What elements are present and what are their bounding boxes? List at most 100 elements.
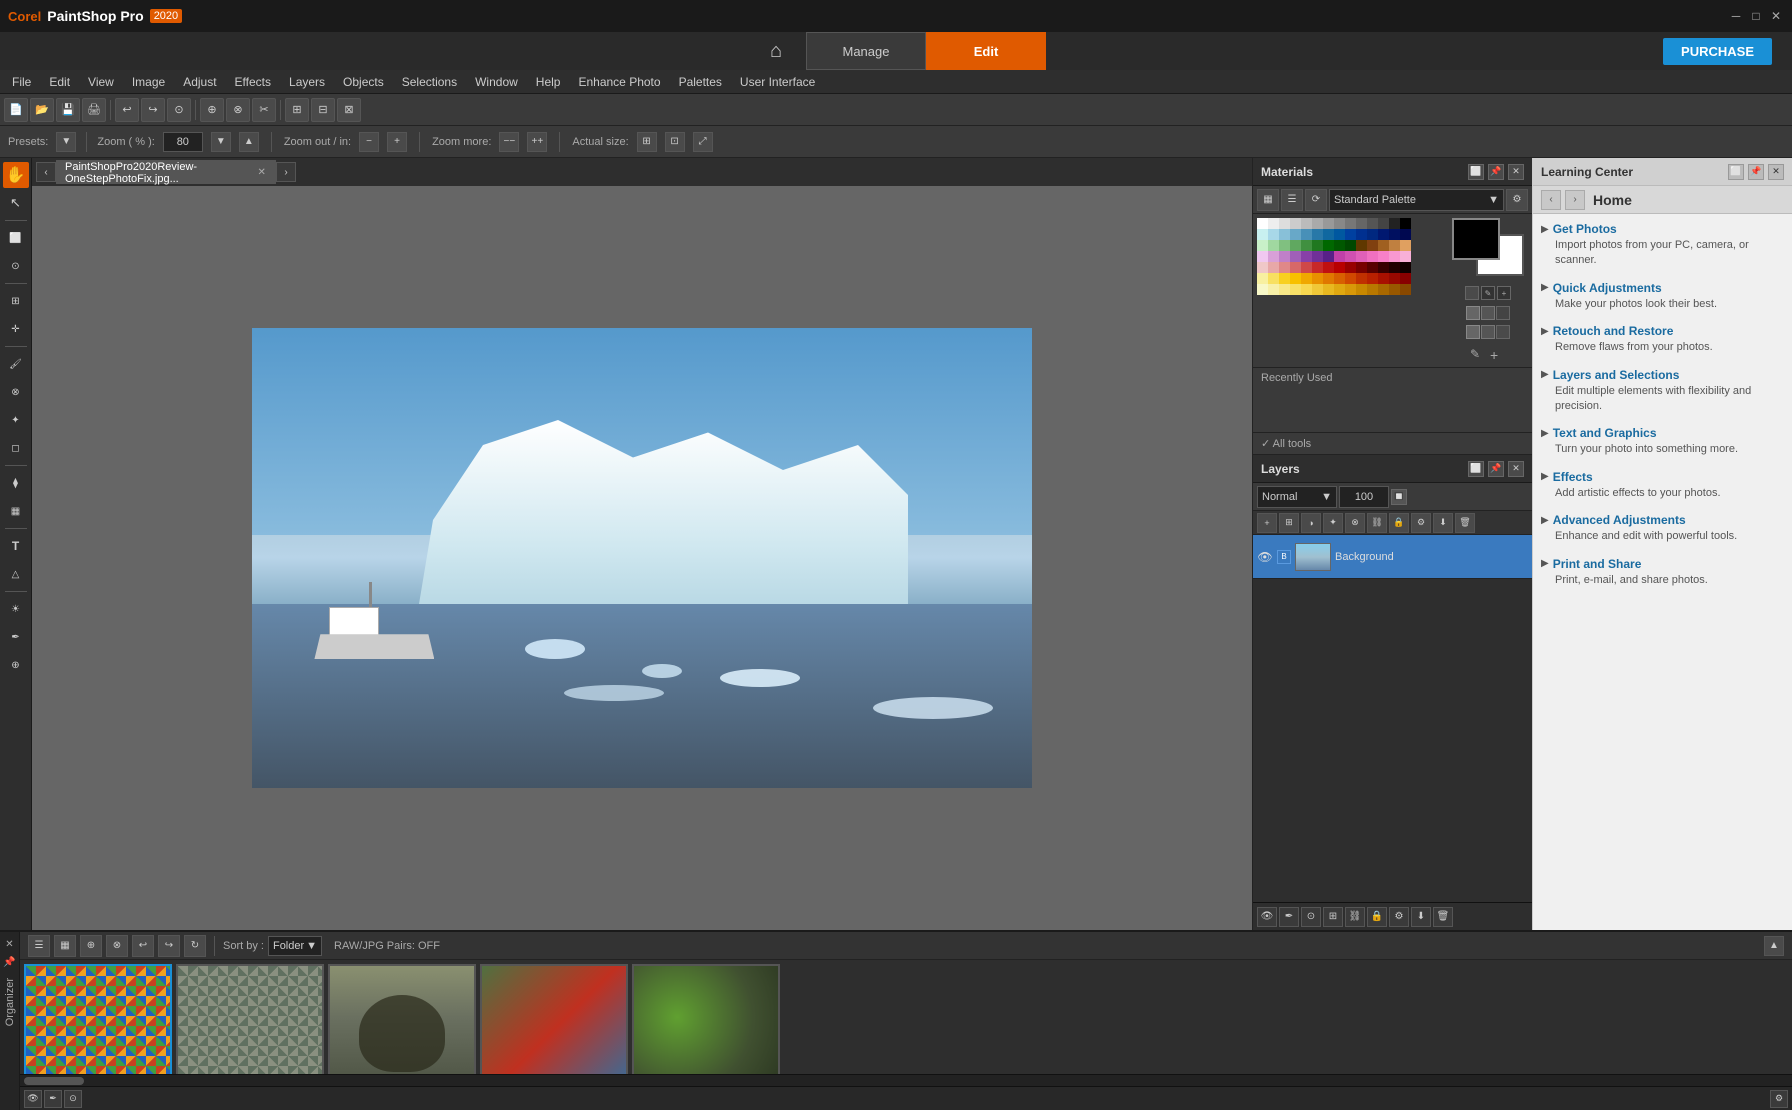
active-tab[interactable]: PaintShopPro2020Review-OneStepPhotoFix.j… [56, 160, 276, 184]
opacity-input[interactable]: 100 [1339, 486, 1389, 508]
cp-r2-10[interactable] [1356, 240, 1367, 251]
lc-back-button[interactable]: ‹ [1541, 190, 1561, 210]
cp-r6-2[interactable] [1268, 284, 1279, 295]
cp-r5-1[interactable] [1257, 273, 1268, 284]
menu-user-interface[interactable]: User Interface [732, 73, 823, 91]
cp-r2-14[interactable] [1400, 240, 1411, 251]
mat-add-icon[interactable]: + [1490, 347, 1506, 363]
tab-close-button[interactable]: ✕ [256, 166, 267, 180]
tab-nav-right-button[interactable]: › [276, 162, 296, 182]
paste-button[interactable]: ⊗ [226, 98, 250, 122]
pan-tool[interactable]: ✋ [3, 162, 29, 188]
cp-r3-14[interactable] [1400, 251, 1411, 262]
lc-item-layers-sel[interactable]: ▶ Layers and Selections Edit multiple el… [1541, 368, 1784, 415]
cp-r1-4[interactable] [1290, 229, 1301, 240]
home-nav-button[interactable]: ⌂ [746, 32, 806, 70]
eraser-tool[interactable]: ◻ [3, 435, 29, 461]
cp-r5-9[interactable] [1345, 273, 1356, 284]
cp-r5-3[interactable] [1279, 273, 1290, 284]
swap-colors-btn[interactable] [1465, 286, 1479, 300]
gradient-tool[interactable]: ▦ [3, 498, 29, 524]
org-expand-btn[interactable]: ▲ [1764, 936, 1784, 956]
palette-settings-btn[interactable]: ⚙ [1506, 189, 1528, 211]
cp-r2-3[interactable] [1279, 240, 1290, 251]
menu-help[interactable]: Help [528, 73, 569, 91]
cp-r6-9[interactable] [1345, 284, 1356, 295]
org-tb-5[interactable]: ↩ [132, 935, 154, 957]
cp-r4-3[interactable] [1279, 262, 1290, 273]
cp-r3-6[interactable] [1312, 251, 1323, 262]
cp-r1-3[interactable] [1279, 229, 1290, 240]
org-thumb-1[interactable] [176, 964, 324, 1074]
org-tb-7[interactable]: ↻ [184, 935, 206, 957]
cp-r6-7[interactable] [1323, 284, 1334, 295]
org-footer-4[interactable]: ⚙ [1770, 1090, 1788, 1108]
fullscreen-button[interactable]: ⤢ [693, 132, 713, 152]
list-view-btn[interactable]: ☰ [1281, 189, 1303, 211]
menu-objects[interactable]: Objects [335, 73, 392, 91]
org-thumb-0[interactable] [24, 964, 172, 1074]
color-gray3[interactable] [1290, 218, 1301, 229]
cp-r2-6[interactable] [1312, 240, 1323, 251]
selection-rect-tool[interactable]: ⬜ [3, 225, 29, 251]
lyr-footer-2[interactable]: ✒ [1279, 907, 1299, 927]
zoom-in-button[interactable]: + [387, 132, 407, 152]
cp-r6-3[interactable] [1279, 284, 1290, 295]
extra-swatch-4[interactable] [1466, 325, 1480, 339]
menu-view[interactable]: View [80, 73, 122, 91]
cp-r2-8[interactable] [1334, 240, 1345, 251]
org-tb-2[interactable]: ▦ [54, 935, 76, 957]
actual-size-button[interactable]: ⊞ [637, 132, 657, 152]
cp-r5-5[interactable] [1301, 273, 1312, 284]
zoom-increment[interactable]: ▲ [239, 132, 259, 152]
color-gray5[interactable] [1312, 218, 1323, 229]
color-white[interactable] [1257, 218, 1268, 229]
org-tb-4[interactable]: ⊗ [106, 935, 128, 957]
cut-button[interactable]: ✂ [252, 98, 276, 122]
cp-r6-14[interactable] [1400, 284, 1411, 295]
cp-r5-7[interactable] [1323, 273, 1334, 284]
cp-r5-6[interactable] [1312, 273, 1323, 284]
cp-r1-5[interactable] [1301, 229, 1312, 240]
select-tool[interactable]: ↖ [3, 190, 29, 216]
heal-tool[interactable]: ✦ [3, 407, 29, 433]
org-sort-dropdown[interactable]: Folder ▼ [268, 936, 322, 956]
maximize-button[interactable]: □ [1748, 8, 1764, 24]
fit-window-button[interactable]: ⊡ [665, 132, 685, 152]
cp-r6-13[interactable] [1389, 284, 1400, 295]
extra-swatch-6[interactable] [1496, 325, 1510, 339]
cp-r2-13[interactable] [1389, 240, 1400, 251]
layer-row-background[interactable]: 👁 B Background [1253, 535, 1532, 579]
new-layer-btn[interactable]: + [1257, 513, 1277, 533]
cp-r2-1[interactable] [1257, 240, 1268, 251]
extra-swatch-2[interactable] [1481, 306, 1495, 320]
extra-swatch-1[interactable] [1466, 306, 1480, 320]
lyr-footer-9[interactable]: 🗑 [1433, 907, 1453, 927]
cp-r2-7[interactable] [1323, 240, 1334, 251]
menu-layers[interactable]: Layers [281, 73, 333, 91]
paintbrush-tool[interactable]: 🖌 [3, 351, 29, 377]
cp-r1-14[interactable] [1400, 229, 1411, 240]
tab-nav-left-button[interactable]: ‹ [36, 162, 56, 182]
blend-mode-dropdown[interactable]: Normal ▼ [1257, 486, 1337, 508]
vector-tool[interactable]: △ [3, 561, 29, 587]
red-eye-tool[interactable]: ⊕ [3, 652, 29, 678]
cp-r1-7[interactable] [1323, 229, 1334, 240]
zoom-fit-button[interactable]: ⊞ [285, 98, 309, 122]
new-file-button[interactable]: 📄 [4, 98, 28, 122]
cp-r1-13[interactable] [1389, 229, 1400, 240]
cp-r1-10[interactable] [1356, 229, 1367, 240]
org-thumb-4[interactable] [632, 964, 780, 1074]
color-gray6[interactable] [1323, 218, 1334, 229]
cp-r5-11[interactable] [1367, 273, 1378, 284]
menu-selections[interactable]: Selections [394, 73, 465, 91]
zoom-100-button[interactable]: ⊟ [311, 98, 335, 122]
cp-r5-10[interactable] [1356, 273, 1367, 284]
merge-down-btn[interactable]: ⬇ [1433, 513, 1453, 533]
cp-r1-8[interactable] [1334, 229, 1345, 240]
open-file-button[interactable]: 📂 [30, 98, 54, 122]
cp-r3-2[interactable] [1268, 251, 1279, 262]
materials-pin-button[interactable]: 📌 [1488, 164, 1504, 180]
lyr-footer-4[interactable]: ⊞ [1323, 907, 1343, 927]
cp-r3-13[interactable] [1389, 251, 1400, 262]
